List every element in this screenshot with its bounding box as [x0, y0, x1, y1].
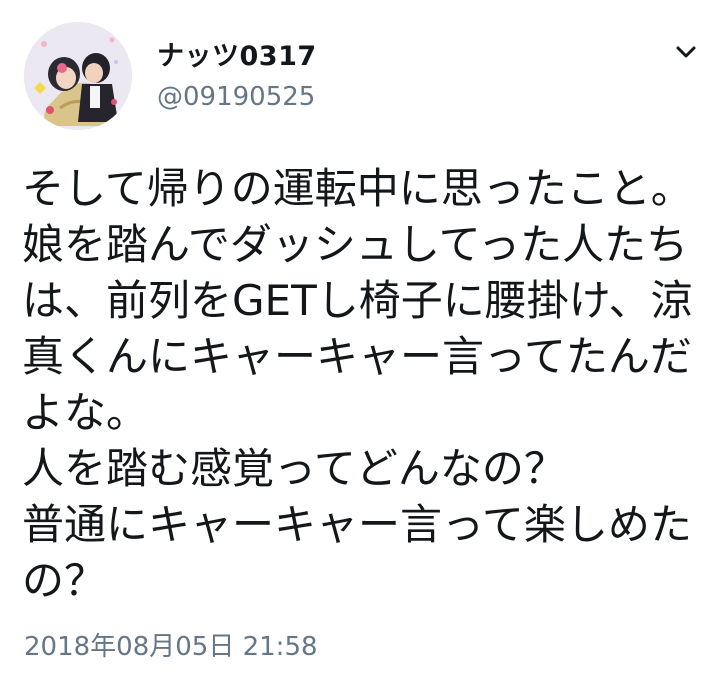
tweet-text-line: は、前列をGETし椅子に腰掛け、涼	[22, 276, 693, 325]
tweet-text-line: 普通にキャーキャー言って楽しめた	[22, 500, 692, 549]
tweet-text-line: よな。	[22, 388, 149, 437]
tweet-text-line: 娘を踏んでダッシュしてった人たち	[22, 220, 689, 269]
display-name[interactable]: ナッツ0317	[157, 34, 317, 73]
chevron-down-icon	[676, 46, 696, 58]
tweet-card: ナッツ0317 @09190525 そして帰りの運転中に思ったこと。 娘を踏んで…	[0, 0, 720, 677]
tweet-text-line: の？	[22, 556, 107, 605]
avatar[interactable]	[24, 22, 132, 130]
user-handle[interactable]: @09190525	[157, 82, 315, 112]
tweet-text: そして帰りの運転中に思ったこと。 娘を踏んでダッシュしてった人たち は、前列をG…	[22, 161, 712, 609]
tweet-text-line: 真くんにキャーキャー言ってたんだ	[22, 332, 692, 381]
tweet-menu-button[interactable]	[672, 40, 700, 64]
tweet-timestamp[interactable]: 2018年08月05日 21:58	[24, 626, 318, 663]
profile-photo-icon	[24, 22, 132, 130]
tweet-text-line: 人を踏む感覚ってどんなの？	[22, 444, 566, 493]
tweet-text-line: そして帰りの運転中に思ったこと。	[22, 164, 693, 213]
